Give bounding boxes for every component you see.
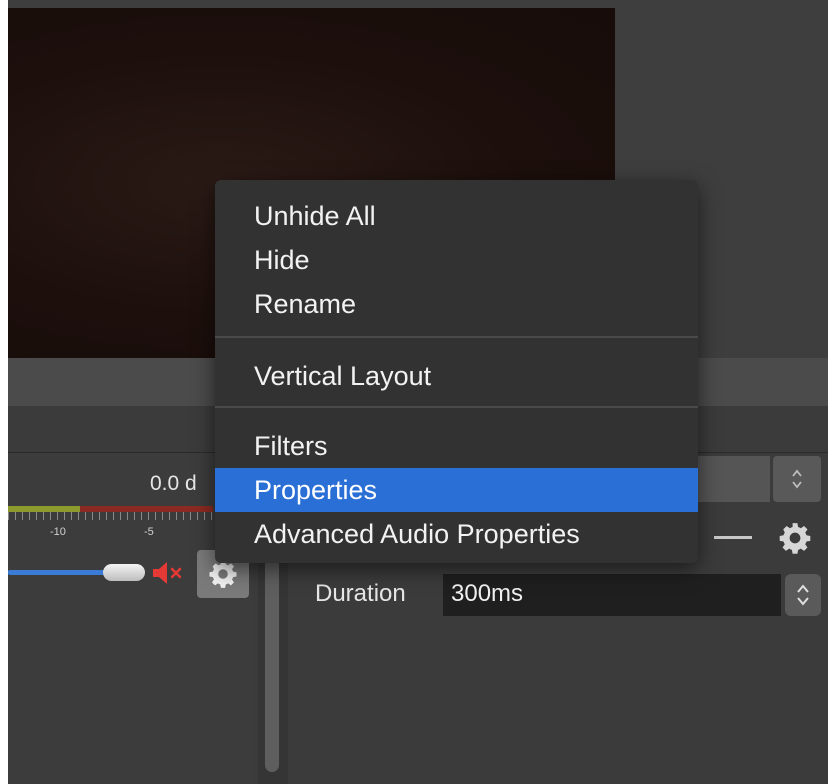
menu-item-properties[interactable]: Properties: [215, 468, 698, 512]
menu-item-rename[interactable]: Rename: [215, 282, 698, 326]
duration-value[interactable]: 300ms: [451, 580, 523, 608]
context-menu: Unhide All Hide Rename Vertical Layout F…: [215, 180, 698, 563]
spinner-icon: [797, 584, 809, 606]
spinner-icon: [792, 469, 802, 489]
mixer-scrollbar-thumb[interactable]: [265, 548, 279, 772]
mute-icon[interactable]: [151, 560, 185, 586]
transition-select-arrows[interactable]: [773, 456, 821, 502]
menu-separator: [215, 406, 698, 408]
duration-stepper[interactable]: [785, 574, 821, 616]
menu-item-filters[interactable]: Filters: [215, 424, 698, 468]
volume-slider-handle[interactable]: [103, 564, 145, 581]
gear-icon: [209, 560, 237, 588]
duration-label: Duration: [315, 580, 406, 607]
volume-slider-track[interactable]: [8, 570, 108, 575]
transition-select[interactable]: [690, 456, 770, 502]
menu-item-hide[interactable]: Hide: [215, 238, 698, 282]
remove-icon[interactable]: [714, 536, 752, 539]
menu-item-vertical-layout[interactable]: Vertical Layout: [215, 354, 698, 398]
menu-separator: [215, 336, 698, 338]
volume-meter-ticks: [8, 512, 213, 520]
volume-db-readout: 0.0 d: [150, 472, 197, 495]
gear-icon[interactable]: [778, 521, 812, 555]
menu-item-advanced-audio-properties[interactable]: Advanced Audio Properties: [215, 512, 698, 556]
menu-item-unhide-all[interactable]: Unhide All: [215, 194, 698, 238]
meter-scale-label: -5: [144, 526, 154, 538]
meter-scale-label: -10: [50, 526, 66, 538]
